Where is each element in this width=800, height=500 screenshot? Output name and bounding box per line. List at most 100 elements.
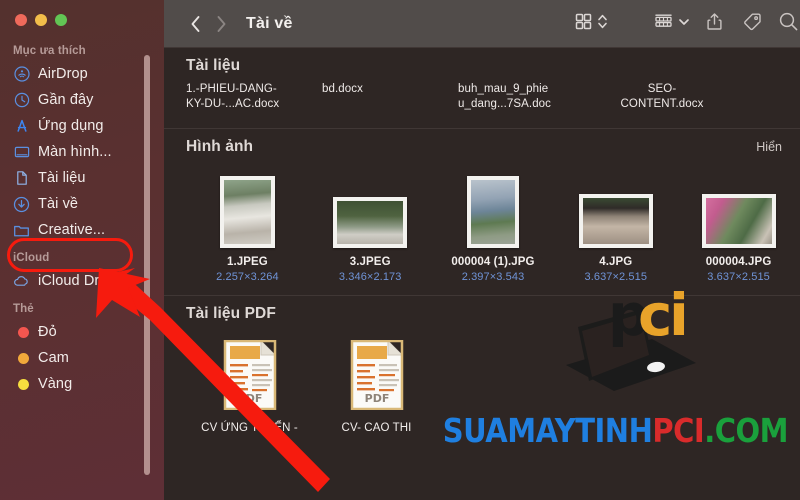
sidebar-item-label: Tài liệu	[38, 170, 86, 186]
image-item[interactable]: 1.JPEG 2.257×3.264	[186, 172, 309, 283]
file-name-line1: SEO-	[647, 83, 677, 95]
page-title: Tài về	[246, 14, 293, 32]
sidebar-item-tag-yellow[interactable]: Vàng	[0, 371, 164, 397]
sidebar-item-tag-orange[interactable]: Cam	[0, 345, 164, 371]
sidebar-item-applications[interactable]: Ứng dụng	[0, 113, 164, 139]
file-name-line2: KY-DU-...AC.docx	[186, 98, 280, 110]
svg-text:PDF: PDF	[364, 392, 389, 405]
section-header: Hình ảnh Hiển	[186, 129, 800, 163]
back-button[interactable]	[182, 9, 208, 39]
image-name: 000004 (1).JPG	[451, 256, 535, 268]
image-name: 1.JPEG	[226, 256, 268, 268]
sidebar-item-recents[interactable]: Gần đây	[0, 87, 164, 113]
image-item[interactable]: 000004 (1).JPG 2.397×3.543	[432, 172, 555, 283]
sidebar-scroll-area: Mục ưa thích AirDrop Gần đây Ứng dụng Mà…	[0, 26, 164, 397]
document-icon	[13, 170, 30, 187]
sidebar-item-label: Màn hình...	[38, 144, 112, 160]
sidebar-item-desktop[interactable]: Màn hình...	[0, 139, 164, 165]
group-by-icon	[654, 13, 673, 35]
image-item[interactable]: 3.JPEG 3.346×2.173	[309, 172, 432, 283]
pdf-file-icon: PDF	[222, 339, 278, 415]
section-header: Tài liệu PDF	[186, 296, 800, 330]
file-item[interactable]: bd.docx	[322, 82, 458, 112]
sidebar-item-label: Creative...	[38, 222, 106, 238]
sidebar-group-header: Thẻ	[13, 303, 34, 315]
toolbar: Tài về	[164, 0, 800, 47]
view-chevron-updown-icon	[597, 12, 608, 36]
photo-girl-bridge	[223, 180, 271, 244]
pdf-item[interactable]: PDF CV- CAO THI	[313, 339, 440, 434]
image-dimensions: 2.257×3.264	[216, 271, 279, 283]
sidebar-item-icloud-drive[interactable]: iCloud Dri...	[0, 268, 164, 294]
section-images: Hình ảnh Hiển 1.JPEG 2.257×3.264 3.JPEG …	[164, 128, 800, 295]
image-dimensions: 3.637×2.515	[707, 271, 770, 283]
sidebar-item-label: Đỏ	[38, 324, 57, 340]
app-store-icon	[13, 118, 30, 135]
sidebar-item-label: Cam	[38, 350, 69, 366]
file-item[interactable]: buh_mau_9_phie u_dang...7SA.doc	[458, 82, 594, 112]
sidebar-item-documents[interactable]: Tài liệu	[0, 165, 164, 191]
thumbnail	[578, 172, 653, 248]
sidebar-group-tags: Thẻ Đỏ Cam Vàng	[0, 303, 164, 397]
image-item[interactable]: 4.JPG 3.637×2.515	[554, 172, 677, 283]
image-item[interactable]: 000004.JPG 3.637×2.515	[677, 172, 800, 283]
photo-park-gate	[337, 201, 404, 244]
sidebar-item-tag-red[interactable]: Đỏ	[0, 319, 164, 345]
airdrop-icon	[13, 66, 30, 83]
sidebar-item-label: Ứng dụng	[38, 118, 104, 134]
image-dimensions: 3.637×2.515	[584, 271, 648, 283]
tag-dot-icon	[13, 350, 30, 367]
share-icon	[706, 12, 723, 36]
image-name: 000004.JPG	[705, 256, 772, 268]
image-row: 1.JPEG 2.257×3.264 3.JPEG 3.346×2.173 00…	[186, 163, 800, 295]
tag-dot-icon	[13, 324, 30, 341]
sidebar-group-header: Mục ưa thích	[13, 45, 86, 57]
photo-pink-flowers	[705, 198, 772, 244]
tag-button[interactable]	[733, 9, 772, 39]
svg-text:PDF: PDF	[237, 392, 262, 405]
thumbnail	[333, 172, 408, 248]
image-dimensions: 3.346×2.173	[338, 271, 402, 283]
section-title: Hình ảnh	[186, 138, 254, 155]
sidebar-group-icloud: iCloud iCloud Dri...	[0, 252, 164, 294]
sidebar-item-label: iCloud Dri...	[38, 273, 116, 289]
section-title: Tài liệu PDF	[186, 305, 276, 322]
show-all-link[interactable]: Hiển	[756, 140, 782, 154]
tag-icon	[743, 12, 762, 36]
search-button[interactable]	[772, 9, 800, 39]
sidebar-item-creative[interactable]: Creative...	[0, 217, 164, 243]
file-name-line1: 1.-PHIEU-DANG-	[186, 83, 277, 95]
view-mode-button[interactable]	[569, 9, 614, 39]
forward-button[interactable]	[208, 9, 234, 39]
toolbar-actions	[569, 0, 800, 47]
image-name: 4.JPG	[599, 256, 633, 268]
image-dimensions: 2.397×3.543	[461, 271, 525, 283]
sidebar-group-header: iCloud	[13, 252, 50, 264]
main-area: Tài về Tài liệu 1.-PHIEU-DANG- KY-DU-...…	[164, 0, 800, 500]
photo-city-skyline	[470, 180, 515, 244]
sidebar-item-airdrop[interactable]: AirDrop	[0, 61, 164, 87]
close-button[interactable]	[15, 14, 27, 26]
pdf-file-icon: PDF	[349, 339, 405, 415]
icloud-icon	[13, 273, 30, 290]
search-icon	[778, 11, 798, 36]
section-documents: Tài liệu 1.-PHIEU-DANG- KY-DU-...AC.docx…	[164, 47, 800, 128]
minimize-button[interactable]	[35, 14, 47, 26]
file-browser-content: Tài liệu 1.-PHIEU-DANG- KY-DU-...AC.docx…	[164, 47, 800, 500]
pdf-item[interactable]: PDF CV ỨNG TUYỂN -	[186, 339, 313, 434]
zoom-button[interactable]	[55, 14, 67, 26]
sidebar-item-label: AirDrop	[38, 66, 88, 82]
grid-view-icon	[575, 13, 592, 35]
photo-white-dog	[582, 198, 649, 244]
sidebar-scrollbar[interactable]	[144, 55, 150, 475]
sidebar-item-label: Gần đây	[38, 92, 94, 108]
share-button[interactable]	[696, 9, 733, 39]
sidebar-item-label: Tài về	[38, 196, 79, 212]
file-name-line1: bd.docx	[322, 83, 363, 95]
group-by-button[interactable]	[648, 9, 696, 39]
clock-icon	[13, 92, 30, 109]
section-header: Tài liệu	[186, 48, 800, 82]
sidebar-item-downloads[interactable]: Tài về	[0, 191, 164, 217]
file-item[interactable]: SEO- CONTENT.docx	[594, 82, 730, 112]
file-item[interactable]: 1.-PHIEU-DANG- KY-DU-...AC.docx	[186, 82, 322, 112]
